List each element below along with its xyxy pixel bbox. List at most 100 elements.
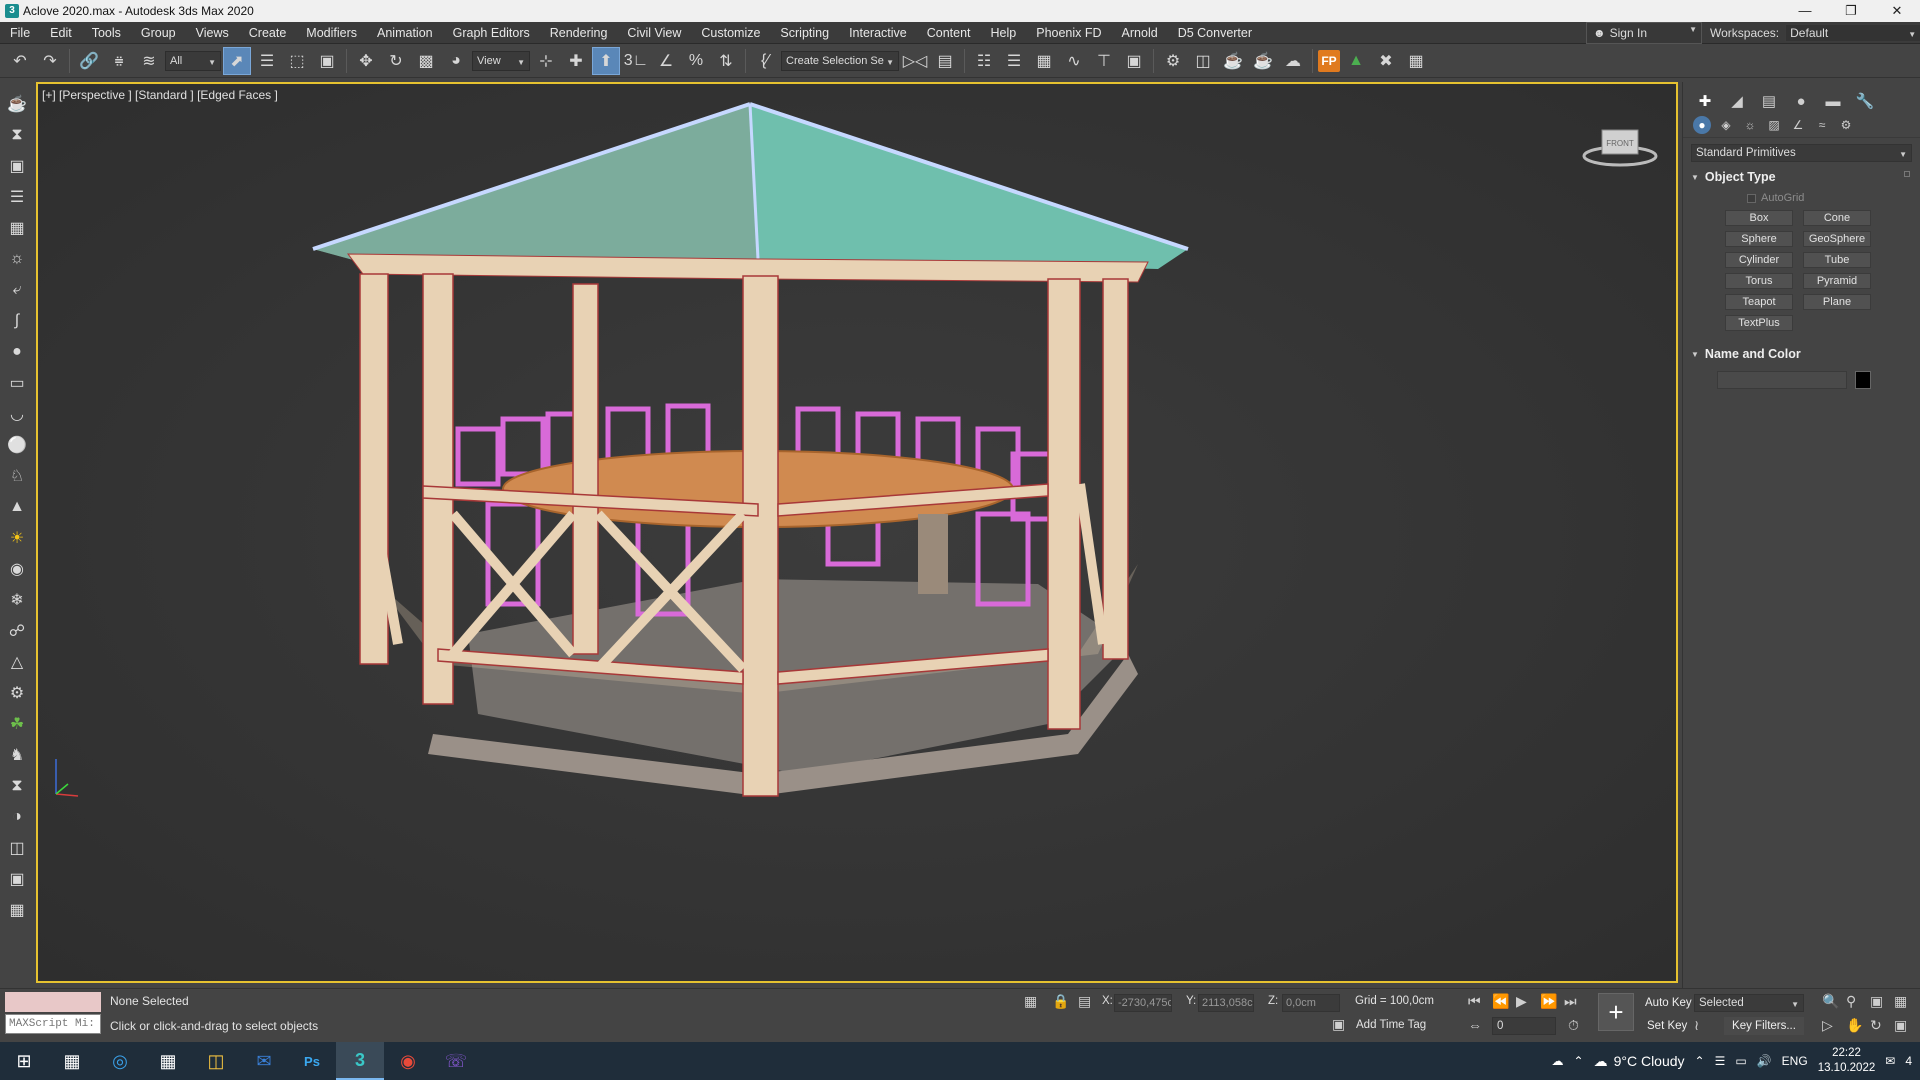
3dsmax-taskbar-icon[interactable]: 3 bbox=[336, 1042, 384, 1080]
chrome-icon[interactable]: ◉ bbox=[384, 1042, 432, 1080]
teapot-button[interactable]: Teapot bbox=[1725, 294, 1793, 310]
select-manipulate-icon[interactable]: ✚ bbox=[562, 47, 590, 75]
select-by-name-icon[interactable]: ☰ bbox=[253, 47, 281, 75]
object-color-swatch[interactable] bbox=[1855, 371, 1871, 389]
show-hidden-icons-chevron-icon[interactable]: ⌃ bbox=[1574, 1054, 1584, 1068]
schematic-view-icon[interactable]: ⊤ bbox=[1090, 47, 1118, 75]
snaps-toggle-icon[interactable]: 3∟ bbox=[622, 47, 650, 75]
play-icon[interactable]: ▶ bbox=[1516, 993, 1527, 1010]
layers-icon[interactable]: ☰ bbox=[4, 183, 30, 211]
pivot-center-icon[interactable]: ⊹ bbox=[532, 47, 560, 75]
reference-coordinate-select[interactable]: View ▼ bbox=[472, 50, 530, 71]
selection-lock-icon[interactable]: 🔒 bbox=[1052, 993, 1069, 1010]
name-and-color-rollout[interactable]: ▼ Name and Color bbox=[1691, 345, 1912, 363]
menu-tools[interactable]: Tools bbox=[82, 26, 131, 40]
menu-civil-view[interactable]: Civil View bbox=[617, 26, 691, 40]
particle-icon[interactable]: ● bbox=[4, 338, 30, 366]
mail-icon[interactable]: ✉ bbox=[240, 1042, 288, 1080]
render-icon[interactable]: ▣ bbox=[4, 152, 30, 180]
table-icon[interactable]: ▦ bbox=[4, 214, 30, 242]
edge-browser-icon[interactable]: ◎ bbox=[96, 1042, 144, 1080]
motion-tab-icon[interactable]: ● bbox=[1789, 91, 1813, 111]
rotate-icon[interactable]: ↻ bbox=[382, 47, 410, 75]
menu-group[interactable]: Group bbox=[131, 26, 186, 40]
tray-expand-icon[interactable]: ⌃ bbox=[1695, 1054, 1705, 1068]
cylinder-button[interactable]: Cylinder bbox=[1725, 252, 1793, 268]
move-icon[interactable]: ✥ bbox=[352, 47, 380, 75]
isolate-selection-icon[interactable]: ▦ bbox=[1024, 993, 1037, 1010]
hemisphere-icon[interactable]: ◡ bbox=[4, 400, 30, 428]
menu-content[interactable]: Content bbox=[917, 26, 981, 40]
menu-edit[interactable]: Edit bbox=[40, 26, 82, 40]
undo-icon[interactable]: ↶ bbox=[6, 47, 34, 75]
edit-named-selection-icon[interactable]: {⁄ bbox=[751, 47, 779, 75]
restore-button[interactable]: ❐ bbox=[1828, 0, 1874, 22]
object-name-field[interactable] bbox=[1717, 371, 1847, 389]
material-editor-icon[interactable]: ▣ bbox=[1120, 47, 1148, 75]
menu-create[interactable]: Create bbox=[239, 26, 297, 40]
select-object-icon[interactable]: ⬈ bbox=[223, 46, 251, 75]
helpers-category-icon[interactable]: ∠ bbox=[1789, 116, 1807, 134]
rectangular-selection-icon[interactable]: ⬚ bbox=[283, 47, 311, 75]
menu-help[interactable]: Help bbox=[981, 26, 1027, 40]
place-icon[interactable]: ◕ bbox=[442, 47, 470, 75]
horse-icon[interactable]: ♞ bbox=[4, 741, 30, 769]
workspaces-select[interactable]: Default ▼ bbox=[1785, 24, 1920, 42]
menu-scripting[interactable]: Scripting bbox=[770, 26, 839, 40]
minimize-button[interactable]: — bbox=[1782, 0, 1828, 22]
previous-frame-icon[interactable]: ⏪ bbox=[1492, 993, 1509, 1010]
go-to-start-icon[interactable]: ⏮ bbox=[1468, 993, 1481, 1010]
curve-editor-icon[interactable]: ∿ bbox=[1060, 47, 1088, 75]
z-coordinate-field[interactable]: 0,0cm bbox=[1282, 994, 1340, 1012]
sun-icon[interactable]: ☀ bbox=[4, 524, 30, 552]
box-button[interactable]: Box bbox=[1725, 210, 1793, 226]
layer-explorer-icon[interactable]: ☰ bbox=[1000, 47, 1028, 75]
calculator-icon[interactable]: ▦ bbox=[4, 896, 30, 924]
align-icon[interactable]: ▤ bbox=[931, 47, 959, 75]
render-window-icon[interactable]: ▣ bbox=[4, 865, 30, 893]
forest-pack-icon[interactable]: FP bbox=[1318, 49, 1340, 72]
speaker-icon[interactable]: 🔊 bbox=[1757, 1054, 1772, 1068]
close-button[interactable]: ✕ bbox=[1874, 0, 1920, 22]
orbit-icon[interactable]: ↻ bbox=[1870, 1017, 1882, 1034]
snow-icon[interactable]: ❄ bbox=[4, 586, 30, 614]
time-tag-icon[interactable]: ▣ bbox=[1332, 1016, 1345, 1033]
perspective-viewport[interactable]: [+] [Perspective ] [Standard ] [Edged Fa… bbox=[36, 82, 1678, 983]
textplus-button[interactable]: TextPlus bbox=[1725, 315, 1793, 331]
named-selection-select[interactable]: Create Selection Se ▼ bbox=[781, 50, 899, 71]
modify-tab-icon[interactable]: ◢ bbox=[1725, 91, 1749, 111]
geosphere-button[interactable]: GeoSphere bbox=[1803, 231, 1871, 247]
teapot-icon[interactable]: ☕ bbox=[4, 90, 30, 118]
key-mode-toggle-icon[interactable]: ⇔ bbox=[1468, 1017, 1482, 1033]
toggle-ribbon-icon[interactable]: ▦ bbox=[1030, 47, 1058, 75]
photoshop-icon[interactable]: Ps bbox=[288, 1042, 336, 1080]
grid-table-icon[interactable]: ▦ bbox=[1402, 47, 1430, 75]
light-sphere-icon[interactable]: ◉ bbox=[4, 555, 30, 583]
utilities-tab-icon[interactable]: 🔧 bbox=[1853, 91, 1877, 111]
angle-snap-icon[interactable]: ∠ bbox=[652, 47, 680, 75]
gear-icon[interactable]: ⚙ bbox=[4, 679, 30, 707]
battery-icon[interactable]: ▭ bbox=[1735, 1054, 1746, 1068]
percent-snap-icon[interactable]: % bbox=[682, 47, 710, 75]
maximize-viewport-icon[interactable]: ▣ bbox=[1894, 1017, 1907, 1034]
hierarchy-tab-icon[interactable]: ▤ bbox=[1757, 91, 1781, 111]
menu-animation[interactable]: Animation bbox=[367, 26, 443, 40]
render-iterative-icon[interactable]: ☕ bbox=[1249, 47, 1277, 75]
set-key-button[interactable]: Set Key bbox=[1644, 1017, 1690, 1035]
maxscript-mini-listener[interactable]: MAXScript Mi: bbox=[5, 1014, 101, 1034]
clock[interactable]: 22:22 13.10.2022 bbox=[1818, 1046, 1876, 1076]
link-icon[interactable]: 🔗 bbox=[75, 47, 103, 75]
zoom-extents-icon[interactable]: ▣ bbox=[1870, 993, 1883, 1010]
sphere-button[interactable]: Sphere bbox=[1725, 231, 1793, 247]
molecule-icon[interactable]: ☍ bbox=[4, 617, 30, 645]
plant-icon[interactable]: ☘ bbox=[4, 710, 30, 738]
render-in-cloud-icon[interactable]: ☁ bbox=[1279, 47, 1307, 75]
tube-button[interactable]: Tube bbox=[1803, 252, 1871, 268]
object-type-rollout[interactable]: ▼ Object Type bbox=[1691, 168, 1912, 186]
maxscript-listener-output[interactable] bbox=[5, 992, 101, 1012]
create-tab-icon[interactable]: ✚ bbox=[1693, 91, 1717, 111]
windows-start-icon[interactable]: ⊞ bbox=[0, 1042, 48, 1080]
menu-phoenix-fd[interactable]: Phoenix FD bbox=[1026, 26, 1111, 40]
primitive-category-select[interactable]: Standard Primitives ▼ bbox=[1691, 144, 1912, 162]
language-indicator[interactable]: ENG bbox=[1782, 1054, 1808, 1068]
